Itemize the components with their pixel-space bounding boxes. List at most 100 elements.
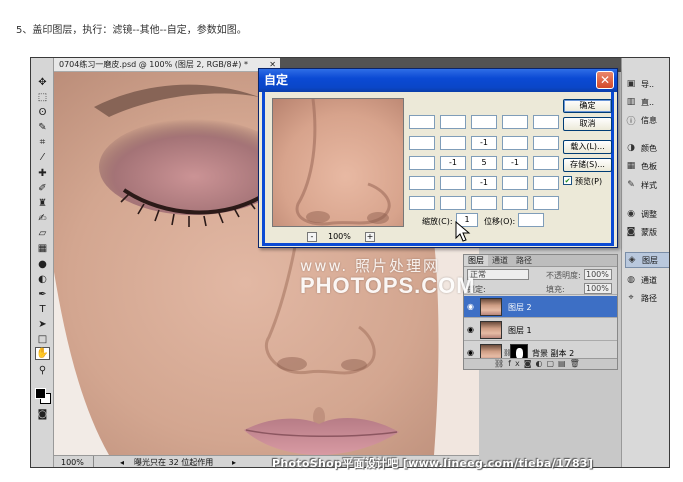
matrix-cell[interactable]: [440, 196, 466, 210]
matrix-cell[interactable]: [471, 115, 497, 129]
matrix-cell[interactable]: [409, 136, 435, 150]
document-title: 0704练习一磨皮.psd @ 100% (图层 2, RGB/8#) *: [59, 60, 248, 69]
matrix-cell[interactable]: [440, 176, 466, 190]
eyedropper-tool-icon[interactable]: ⁄: [35, 151, 50, 164]
hand-tool-icon[interactable]: ✋: [35, 347, 50, 360]
dock-item-channels[interactable]: ◍ 通道: [625, 272, 669, 288]
color-icon: ◑: [627, 143, 635, 153]
matrix-cell[interactable]: -1: [440, 156, 466, 170]
offset-input[interactable]: [518, 213, 544, 227]
opacity-field[interactable]: 100%: [584, 269, 612, 280]
quick-mask-icon[interactable]: ◙: [35, 408, 50, 421]
status-left-arrow-icon[interactable]: ◂: [120, 456, 124, 467]
cancel-button[interactable]: 取消: [563, 117, 612, 131]
custom-filter-dialog: 自定 ✕ - 100% + -1 -1 5 -1 -1 缩放(C): 1 位移(…: [258, 68, 618, 248]
layer-thumbnail: [480, 321, 502, 339]
matrix-cell[interactable]: -1: [502, 156, 528, 170]
path-select-tool-icon[interactable]: ➤: [35, 318, 50, 331]
matrix-cell[interactable]: [502, 115, 528, 129]
zoom-in-button[interactable]: +: [365, 232, 375, 242]
matrix-cell[interactable]: [533, 115, 559, 129]
blur-tool-icon[interactable]: ●: [35, 258, 50, 271]
dock-item-info[interactable]: ⓘ 信息: [625, 112, 669, 128]
foreground-color-swatch[interactable]: [35, 388, 46, 399]
type-tool-icon[interactable]: T: [35, 303, 50, 316]
matrix-cell[interactable]: -1: [471, 176, 497, 190]
dock-item-swatches[interactable]: ▦ 色板: [625, 158, 669, 174]
marquee-tool-icon[interactable]: ⬚: [35, 91, 50, 104]
navigator-icon: ▣: [626, 79, 636, 89]
layer-name: 图层 1: [508, 326, 532, 335]
visibility-eye-icon[interactable]: ◉: [467, 348, 477, 358]
layers-panel-footer-icons[interactable]: ⛓fx◙◐▢▤🗑: [464, 358, 617, 369]
healing-brush-tool-icon[interactable]: ✚: [35, 167, 50, 180]
matrix-cell[interactable]: [533, 176, 559, 190]
dock-item-navigator[interactable]: ▣ 导..: [625, 76, 669, 92]
matrix-cell[interactable]: [440, 136, 466, 150]
masks-icon: ◙: [626, 227, 636, 237]
matrix-cell[interactable]: [533, 196, 559, 210]
channels-icon: ◍: [627, 275, 635, 285]
matrix-cell[interactable]: [533, 136, 559, 150]
dialog-close-button[interactable]: ✕: [596, 71, 614, 89]
visibility-eye-icon[interactable]: ◉: [467, 302, 477, 312]
brush-tool-icon[interactable]: ✐: [35, 182, 50, 195]
swatches-icon: ▦: [626, 161, 636, 171]
matrix-cell[interactable]: [502, 196, 528, 210]
document-tab[interactable]: 0704练习一磨皮.psd @ 100% (图层 2, RGB/8#) * ✕: [54, 58, 280, 72]
clone-stamp-tool-icon[interactable]: ♜: [35, 197, 50, 210]
matrix-cell[interactable]: [409, 196, 435, 210]
mouse-cursor-icon: [455, 221, 471, 242]
dock-item-adjustments[interactable]: ◉ 调整: [625, 206, 669, 222]
matrix-cell[interactable]: [533, 156, 559, 170]
matrix-cell[interactable]: [502, 136, 528, 150]
save-button[interactable]: 存储(S)...: [563, 158, 612, 172]
tab-paths[interactable]: 路径: [512, 255, 536, 266]
dock-item-paths[interactable]: ⌖ 路径: [625, 290, 669, 306]
matrix-cell[interactable]: [440, 115, 466, 129]
zoom-field[interactable]: 100%: [58, 456, 94, 467]
panel-dock: ▣ 导.. ▥ 直.. ⓘ 信息 ◑ 颜色 ▦ 色板 ✎ 样式 ◉ 调整 ◙ 蒙版 ◈ 图层 ◍ 通…: [621, 58, 669, 467]
photops-watermark: www. 照片处理网 PHOTOPS.COM: [300, 257, 476, 298]
zoom-out-button[interactable]: -: [307, 232, 317, 242]
shape-tool-icon[interactable]: □: [35, 333, 50, 346]
matrix-cell[interactable]: [409, 156, 435, 170]
matrix-cell[interactable]: 5: [471, 156, 497, 170]
zoom-tool-icon[interactable]: ⚲: [35, 364, 50, 377]
paths-icon: ⌖: [628, 293, 634, 303]
histogram-icon: ▥: [626, 97, 636, 107]
quick-select-tool-icon[interactable]: ✎: [35, 121, 50, 134]
filter-preview[interactable]: [272, 98, 404, 227]
matrix-cell[interactable]: [409, 115, 435, 129]
layer-row-layer-1[interactable]: ◉ 图层 1: [464, 319, 617, 341]
fill-field[interactable]: 100%: [584, 283, 612, 294]
pen-tool-icon[interactable]: ✒: [35, 288, 50, 301]
ok-button[interactable]: 确定: [563, 99, 612, 113]
tab-channels[interactable]: 通道: [488, 255, 512, 266]
matrix-cell[interactable]: -1: [471, 136, 497, 150]
layer-row-layer-2[interactable]: ◉ 图层 2: [464, 296, 617, 318]
crop-tool-icon[interactable]: ⌗: [35, 136, 50, 149]
matrix-cell[interactable]: [471, 196, 497, 210]
move-tool-icon[interactable]: ✥: [35, 76, 50, 89]
history-brush-tool-icon[interactable]: ✍: [35, 212, 50, 225]
dock-item-masks[interactable]: ◙ 蒙版: [625, 224, 669, 240]
fill-label: 填充:: [546, 285, 565, 294]
status-menu-arrow-icon[interactable]: ▸: [232, 456, 236, 467]
gradient-tool-icon[interactable]: ▦: [35, 242, 50, 255]
matrix-cell[interactable]: [409, 176, 435, 190]
matrix-cell[interactable]: [502, 176, 528, 190]
dock-item-layers[interactable]: ◈ 图层: [625, 252, 669, 268]
dock-item-styles[interactable]: ✎ 样式: [625, 177, 669, 193]
blend-mode-select[interactable]: 正常: [467, 269, 529, 280]
preview-zoom-controls: - 100% +: [272, 231, 404, 243]
dock-item-histogram[interactable]: ▥ 直..: [625, 94, 669, 110]
dock-item-color[interactable]: ◑ 颜色: [625, 140, 669, 156]
load-button[interactable]: 载入(L)...: [563, 140, 612, 154]
eraser-tool-icon[interactable]: ▱: [35, 227, 50, 240]
dodge-tool-icon[interactable]: ◐: [35, 273, 50, 286]
visibility-eye-icon[interactable]: ◉: [467, 325, 477, 335]
tools-panel: ✥ ⬚ ʘ ✎ ⌗ ⁄ ✚ ✐ ♜ ✍ ▱ ▦ ● ◐ ✒ T ➤ □ ✦ ✋ …: [31, 58, 54, 467]
preview-checkbox[interactable]: ✔: [563, 176, 572, 185]
lasso-tool-icon[interactable]: ʘ: [35, 106, 50, 119]
